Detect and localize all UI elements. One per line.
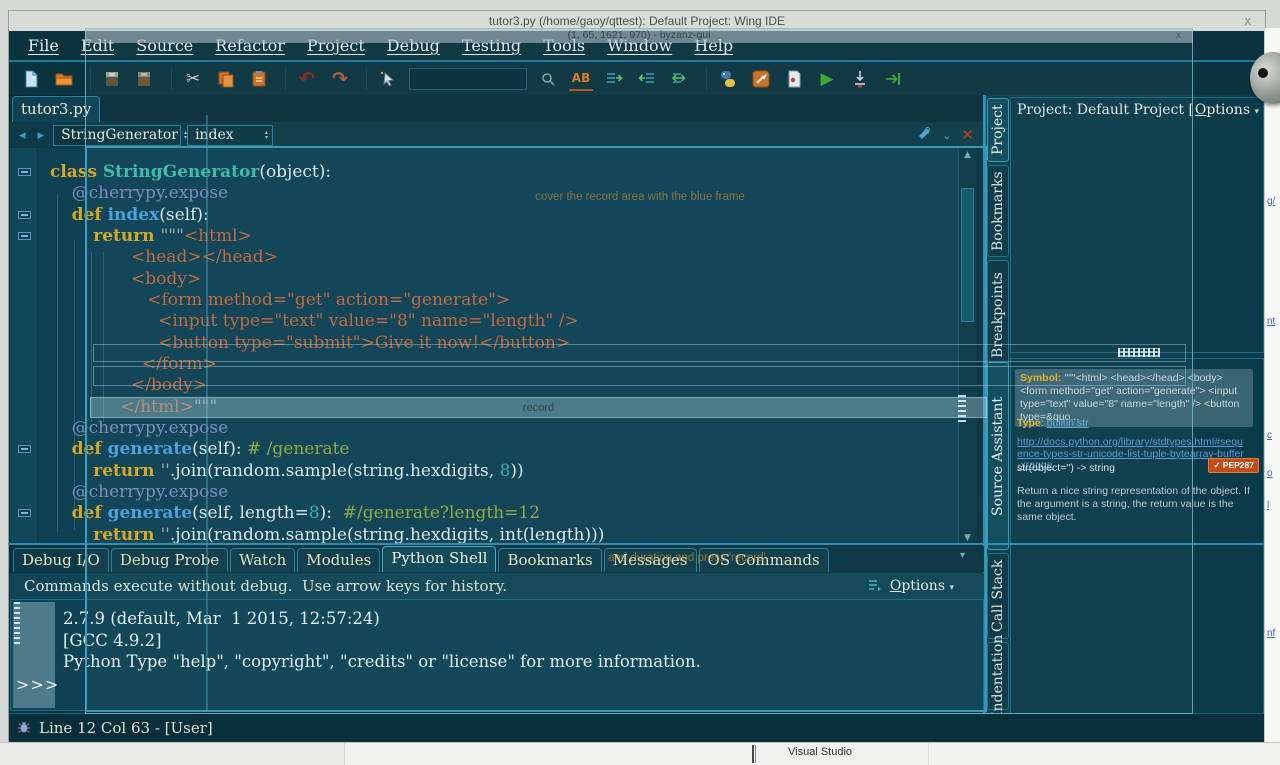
- byzanz-title: (1, 65, 1621, 970) - byzanz-gui: [85, 28, 1193, 43]
- desktop-orb-hole: [1258, 68, 1268, 78]
- nav-back-icon[interactable]: ◂: [16, 128, 29, 143]
- background-link-fragment: g/: [1267, 196, 1275, 207]
- byzanz-hint-text: cover the record area with the blue fram…: [480, 191, 800, 203]
- byzanz-close-button[interactable]: x: [1176, 28, 1181, 43]
- background-link-fragment: c: [1267, 430, 1272, 441]
- nav-forward-icon[interactable]: ▸: [35, 128, 48, 143]
- bug-icon[interactable]: [17, 719, 31, 738]
- drag-handle[interactable]: [1118, 348, 1160, 357]
- taskbar-divider: [752, 745, 756, 763]
- drag-handle[interactable]: [958, 392, 966, 422]
- record-button[interactable]: record: [90, 397, 987, 418]
- taskbar-item-visual-studio[interactable]: Visual Studio: [788, 746, 852, 758]
- taskbar: Visual Studio: [0, 742, 1280, 765]
- background-link-fragment: nt: [1267, 316, 1275, 327]
- byzanz-row: [93, 344, 1186, 362]
- editor-gutter: [10, 148, 38, 545]
- pep287-badge[interactable]: ✓ PEP287: [1208, 458, 1259, 473]
- cursor-position-text: Line 12 Col 63 - [User]: [39, 719, 213, 737]
- fold-marker-icon[interactable]: [18, 232, 31, 240]
- code-token: [50, 439, 72, 459]
- background-window-sliver: g/nt c o l nf: [1264, 28, 1280, 742]
- chevron-down-icon: ▾: [1254, 107, 1259, 117]
- shell-prompt: >>>: [16, 675, 59, 694]
- background-link-fragment: nf: [1267, 628, 1275, 639]
- open-folder-icon[interactable]: [52, 67, 76, 91]
- desktop: tutor3.py (/home/gaoy/qttest): Default P…: [0, 0, 1280, 765]
- fold-marker-icon[interactable]: [18, 445, 31, 453]
- drag-handle[interactable]: [14, 600, 20, 644]
- fold-marker-icon[interactable]: [18, 211, 31, 219]
- code-token: [50, 205, 72, 225]
- project-options-button[interactable]: Options ▾: [1195, 102, 1259, 118]
- byzanz-row: [93, 366, 1186, 386]
- record-area-frame[interactable]: [85, 146, 987, 712]
- background-link-fragment: o: [1267, 468, 1273, 479]
- code-token: [50, 503, 72, 523]
- taskbar-segment[interactable]: [0, 743, 345, 765]
- fold-marker-icon[interactable]: [18, 509, 31, 517]
- new-file-icon[interactable]: [19, 67, 43, 91]
- window-close-button[interactable]: x: [1245, 11, 1252, 31]
- fold-marker-icon[interactable]: [18, 168, 31, 176]
- menu-file[interactable]: File: [19, 36, 68, 55]
- taskbar-divider: [928, 743, 929, 765]
- byzanz-title-bar[interactable]: (1, 65, 1621, 970) - byzanz-gui x: [85, 28, 1193, 43]
- byzanz-hint-text: and duration and press 'record': [608, 552, 766, 564]
- background-link-fragment: l: [1267, 500, 1269, 511]
- status-bar: Line 12 Col 63 - [User]: [9, 713, 1265, 742]
